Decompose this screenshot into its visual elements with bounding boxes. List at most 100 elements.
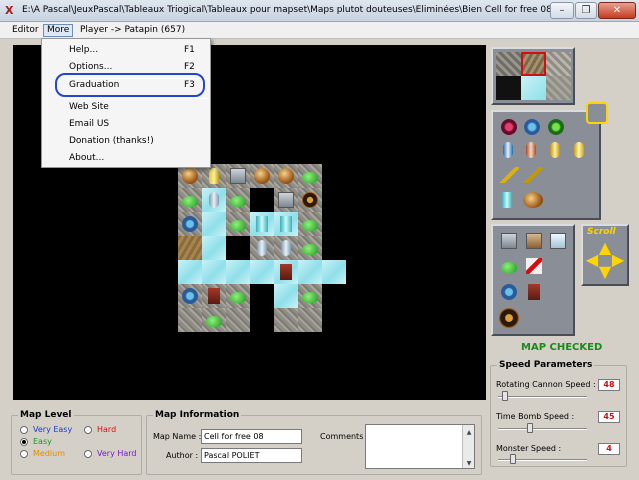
menu-item-email-us[interactable]: Email US <box>42 116 210 132</box>
map-cell[interactable] <box>298 284 322 308</box>
monster-speed-thumb[interactable] <box>510 454 517 464</box>
close-button[interactable]: ✕ <box>598 2 636 19</box>
map-cell[interactable] <box>298 188 322 212</box>
menu-item-graduation[interactable]: Graduation F3 <box>42 77 210 93</box>
crate-icon[interactable] <box>526 233 542 249</box>
radio-medium[interactable] <box>20 450 28 458</box>
menu-item-web-site[interactable]: Web Site <box>42 99 210 115</box>
map-cell[interactable] <box>226 212 250 236</box>
map-cell[interactable] <box>178 260 202 284</box>
map-cell[interactable] <box>202 188 226 212</box>
rock-icon[interactable] <box>501 233 517 249</box>
menu-more[interactable]: More <box>43 24 74 37</box>
map-cell[interactable] <box>226 308 250 332</box>
radio-easy[interactable] <box>20 438 28 446</box>
blue-monster-icon[interactable] <box>524 119 540 135</box>
slime-icon[interactable] <box>501 262 517 273</box>
minimize-button[interactable]: – <box>550 2 574 19</box>
author-field[interactable]: Pascal POLIET <box>201 448 302 463</box>
map-cell[interactable] <box>322 284 346 308</box>
ramp-icon[interactable] <box>499 167 519 183</box>
radio-hard[interactable] <box>84 426 92 434</box>
map-cell[interactable] <box>178 284 202 308</box>
stone-tile-icon[interactable] <box>546 76 571 100</box>
map-cell[interactable] <box>298 260 322 284</box>
map-cell[interactable] <box>202 308 226 332</box>
map-cell[interactable] <box>250 284 274 308</box>
map-cell[interactable] <box>274 164 298 188</box>
map-cell[interactable] <box>226 188 250 212</box>
comments-scrollbar[interactable]: ▲ ▼ <box>462 425 474 468</box>
map-cell[interactable] <box>202 260 226 284</box>
map-cell[interactable] <box>226 164 250 188</box>
bomb-icon[interactable] <box>523 192 543 208</box>
rotating-cannon-speed-slider[interactable] <box>498 396 587 398</box>
door-icon[interactable] <box>528 284 540 300</box>
menu-player[interactable]: Player -> Patapin (657) <box>77 24 188 37</box>
map-cell[interactable] <box>274 308 298 332</box>
scroll-up-arrow-icon[interactable]: ▲ <box>464 426 474 436</box>
map-cell[interactable] <box>178 236 202 260</box>
time-bomb-speed-thumb[interactable] <box>527 423 534 433</box>
flag-icon[interactable] <box>526 258 542 274</box>
map-grid[interactable] <box>178 164 346 332</box>
radio-very-hard[interactable] <box>84 450 92 458</box>
selected-tile-icon[interactable] <box>521 52 546 76</box>
scroll-right-button[interactable]: ▶ <box>611 252 625 268</box>
menu-item-help[interactable]: Help... F1 <box>42 42 210 58</box>
map-cell[interactable] <box>298 164 322 188</box>
map-cell[interactable] <box>226 260 250 284</box>
map-cell[interactable] <box>274 260 298 284</box>
restore-button[interactable]: ❐ <box>575 2 597 19</box>
map-cell[interactable] <box>322 212 346 236</box>
green-monster-icon[interactable] <box>548 119 564 135</box>
map-cell[interactable] <box>250 308 274 332</box>
map-cell[interactable] <box>322 236 346 260</box>
map-cell[interactable] <box>202 284 226 308</box>
map-cell[interactable] <box>178 212 202 236</box>
radio-very-easy[interactable] <box>20 426 28 434</box>
map-cell[interactable] <box>322 188 346 212</box>
map-cell[interactable] <box>274 212 298 236</box>
key-icon[interactable] <box>550 142 560 158</box>
map-cell[interactable] <box>250 260 274 284</box>
map-cell[interactable] <box>274 188 298 212</box>
ramp-icon[interactable] <box>523 167 543 183</box>
key-icon[interactable] <box>574 142 584 158</box>
spider-icon[interactable] <box>501 284 517 300</box>
comments-textarea[interactable]: ▲ ▼ <box>365 424 475 469</box>
stone-tile-icon[interactable] <box>496 52 521 76</box>
map-cell[interactable] <box>250 212 274 236</box>
stone-tile-icon[interactable] <box>546 52 571 76</box>
map-cell[interactable] <box>298 308 322 332</box>
cannon-icon[interactable] <box>526 142 536 158</box>
map-cell[interactable] <box>322 308 346 332</box>
rotating-cannon-speed-thumb[interactable] <box>502 391 509 401</box>
map-cell[interactable] <box>322 260 346 284</box>
map-cell[interactable] <box>298 236 322 260</box>
map-cell[interactable] <box>274 236 298 260</box>
teleporter-icon[interactable] <box>502 192 512 208</box>
map-cell[interactable] <box>226 236 250 260</box>
map-cell[interactable] <box>298 212 322 236</box>
map-cell[interactable] <box>250 188 274 212</box>
scroll-down-arrow-icon[interactable]: ▼ <box>464 457 474 467</box>
mine-icon[interactable] <box>499 308 519 328</box>
rotate-icon[interactable] <box>586 102 608 124</box>
menu-item-donation[interactable]: Donation (thanks!) <box>42 133 210 149</box>
map-cell[interactable] <box>202 212 226 236</box>
map-cell[interactable] <box>250 236 274 260</box>
menu-editor[interactable]: Editor <box>9 24 42 37</box>
map-cell[interactable] <box>250 164 274 188</box>
cannon-icon[interactable] <box>503 142 513 158</box>
map-cell[interactable] <box>322 164 346 188</box>
map-cell[interactable] <box>274 284 298 308</box>
map-cell[interactable] <box>226 284 250 308</box>
scroll-down-button[interactable]: ▼ <box>597 264 613 280</box>
map-cell[interactable] <box>178 188 202 212</box>
ice-block-icon[interactable] <box>550 233 566 249</box>
map-name-field[interactable]: Cell for free 08 <box>201 429 302 444</box>
menu-item-about[interactable]: About... <box>42 150 210 166</box>
void-tile-icon[interactable] <box>496 76 521 100</box>
map-cell[interactable] <box>178 308 202 332</box>
